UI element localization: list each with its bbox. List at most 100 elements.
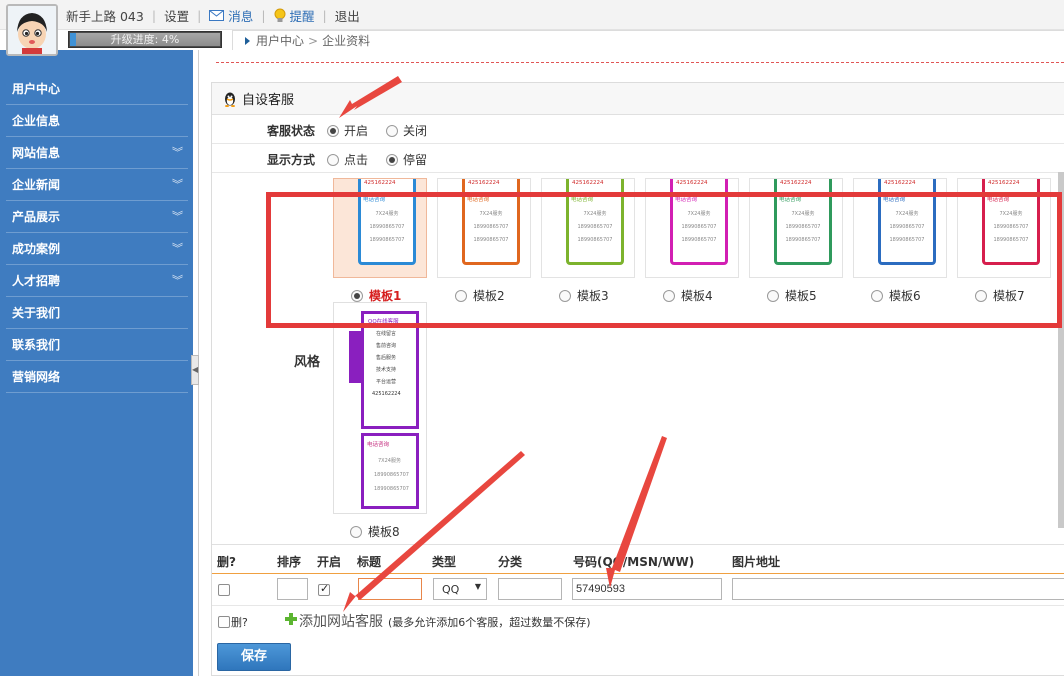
template-qq-number: 425162224 [780, 180, 812, 186]
double-chevron-down-icon: ︾ [172, 274, 183, 287]
template8-card-phone: 18990865707 [374, 472, 409, 478]
template8-label: 模板8 [368, 525, 400, 539]
sidebar-item-label: 企业信息 [12, 114, 61, 128]
col-image: 图片地址 [732, 555, 781, 569]
sidebar-item-label: 成功案例 [12, 242, 61, 256]
breadcrumb-home[interactable]: 用户中心 [256, 32, 304, 49]
app-window: 新手上路 043 | 设置 | 消息 | 提醒 | 退出 升级进度: 4% 用户… [0, 0, 1064, 676]
sidebar-item-label: 营销网络 [12, 370, 61, 384]
template8-thumbnail[interactable]: QQ在线客服 在线留言 售前咨询 售后服务 技术支持 平台运营 425162224 电话… [333, 302, 427, 514]
display-stay-label: 停留 [403, 153, 428, 167]
add-row-delete-checkbox[interactable] [218, 616, 230, 628]
template-qq-number: 425162224 [988, 180, 1020, 186]
col-type: 类型 [432, 555, 457, 569]
separator: | [197, 8, 202, 23]
logout-link[interactable]: 退出 [335, 6, 360, 25]
sidebar-item-label: 企业新闻 [12, 178, 61, 192]
add-row-delete-label: 删? [231, 616, 248, 629]
type-select-value: QQ [442, 583, 460, 596]
status-off-option[interactable]: 关闭 [386, 122, 427, 139]
col-delete: 删? [217, 555, 236, 569]
sidebar-item-about[interactable]: 关于我们 [6, 298, 188, 329]
template8-card-phone: 18990865707 [374, 486, 409, 492]
display-mode-row: 显示方式 点击 停留 [212, 144, 1064, 173]
status-on-radio[interactable] [327, 124, 339, 137]
display-stay-radio[interactable] [386, 153, 398, 166]
category-input[interactable] [498, 578, 562, 600]
sidebar-item-label: 关于我们 [12, 306, 61, 320]
display-stay-option[interactable]: 停留 [386, 151, 427, 168]
custom-service-panel: 自设客服 客服状态 开启 关闭 显示方式 点击 停留 风格 425162224 电… [211, 82, 1064, 676]
reminders-link[interactable]: 提醒 [290, 6, 315, 25]
template-qq-number: 425162224 [884, 180, 916, 186]
sidebar-item-user-center[interactable]: 用户中心 [6, 74, 188, 105]
annotation-highlight-box [266, 192, 1062, 328]
style-label: 风格 [294, 355, 321, 370]
sidebar-item-company-news[interactable]: 企业新闻 ︾ [6, 170, 188, 201]
separator: | [151, 8, 157, 23]
dashed-divider [216, 55, 1064, 63]
sidebar-item-company-info[interactable]: 企业信息 [6, 106, 188, 137]
settings-link[interactable]: 设置 [164, 6, 189, 25]
service-table-header: 删? 排序 开启 标题 类型 分类 号码(QQ/MSN/WW) 图片地址 [212, 544, 1064, 574]
plus-icon [285, 613, 297, 628]
delete-checkbox[interactable] [218, 584, 230, 596]
upgrade-progress-bar: 升级进度: 4% [68, 31, 222, 48]
sidebar-item-label: 联系我们 [12, 338, 61, 352]
messages-link[interactable]: 消息 [228, 6, 253, 25]
breadcrumb-current: 企业资料 [322, 34, 371, 48]
breadcrumb: 用户中心 > 企业资料 [232, 30, 1064, 50]
status-on-option[interactable]: 开启 [327, 122, 368, 139]
image-url-input[interactable] [732, 578, 1064, 600]
progress-label: 升级进度: 4% [110, 33, 180, 46]
sidebar-item-site-info[interactable]: 网站信息 ︾ [6, 138, 188, 169]
template-qq-number: 425162224 [572, 180, 604, 186]
sidebar-item-cases[interactable]: 成功案例 ︾ [6, 234, 188, 265]
template8-item: 技术支持 [376, 367, 397, 373]
template8-radio[interactable] [350, 525, 362, 538]
sidebar-item-label: 网站信息 [12, 146, 61, 160]
display-click-radio[interactable] [327, 153, 339, 166]
template8-option[interactable]: 模板8 [350, 523, 400, 540]
double-chevron-down-icon: ︾ [172, 146, 183, 159]
template8-card-bottom: 电话咨询 7X24服务 18990865707 18990865707 [361, 433, 419, 509]
type-select[interactable]: QQ ▼ [433, 578, 487, 600]
display-mode-label: 显示方式 [267, 153, 316, 167]
template8-item: 售前咨询 [376, 343, 397, 349]
panel-header: 自设客服 [212, 83, 1064, 115]
sidebar: 用户中心 企业信息 网站信息 ︾ 企业新闻 ︾ 产品展示 ︾ 成功案例 ︾ 人才招聘 ︾ … [0, 50, 193, 676]
add-service-row: 删? 添加网站客服 (最多允许添加6个客服，超过数量不保存) [212, 606, 1064, 636]
template8-item: 平台运营 [376, 379, 397, 385]
qq-penguin-icon [222, 91, 238, 107]
display-click-option[interactable]: 点击 [327, 151, 368, 168]
status-off-radio[interactable] [386, 124, 398, 137]
title-input[interactable] [358, 578, 422, 600]
sidebar-item-marketing[interactable]: 营销网络 [6, 362, 188, 393]
template-qq-number: 425162224 [364, 180, 396, 186]
number-input[interactable] [572, 578, 722, 600]
template8-card-top: QQ在线客服 在线留言 售前咨询 售后服务 技术支持 平台运营 425162224 [361, 311, 419, 429]
collapse-sidebar-handle[interactable]: ◀ [191, 355, 199, 385]
service-status-label: 客服状态 [267, 124, 316, 138]
add-service-link[interactable]: 添加网站客服 [299, 611, 383, 631]
display-click-label: 点击 [344, 153, 369, 167]
sidebar-item-label: 产品展示 [12, 210, 61, 224]
save-button[interactable]: 保存 [217, 643, 291, 671]
template8-item: 售后服务 [376, 355, 397, 361]
sidebar-item-contact[interactable]: 联系我们 [6, 330, 188, 361]
add-service-note: (最多允许添加6个客服，超过数量不保存) [388, 616, 591, 629]
enabled-checkbox[interactable] [318, 582, 330, 596]
breadcrumb-arrow-icon [245, 36, 250, 45]
double-chevron-down-icon: ︾ [172, 178, 183, 191]
user-links: 新手上路 043 | 设置 | 消息 | 提醒 | 退出 [66, 6, 360, 25]
username-link[interactable]: 新手上路 043 [66, 6, 144, 25]
template8-items: 在线留言 售前咨询 售后服务 技术支持 平台运营 [364, 325, 416, 385]
panel-title: 自设客服 [242, 93, 295, 108]
separator: | [261, 8, 266, 23]
avatar[interactable] [6, 4, 58, 56]
order-input[interactable] [277, 578, 308, 600]
col-title: 标题 [357, 555, 382, 569]
sidebar-item-products[interactable]: 产品展示 ︾ [6, 202, 188, 233]
sidebar-item-recruitment[interactable]: 人才招聘 ︾ [6, 266, 188, 297]
separator: | [322, 8, 327, 23]
